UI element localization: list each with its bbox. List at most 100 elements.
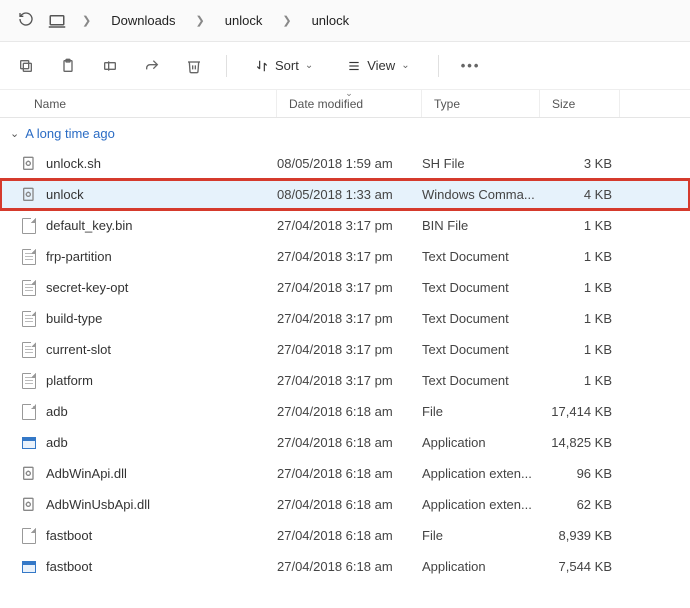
file-size: 1 KB bbox=[540, 342, 612, 357]
file-row[interactable]: current-slot27/04/2018 3:17 pmText Docum… bbox=[0, 334, 690, 365]
file-name: frp-partition bbox=[46, 249, 277, 264]
file-date: 27/04/2018 3:17 pm bbox=[277, 311, 422, 326]
separator bbox=[226, 55, 227, 77]
header-size[interactable]: Size bbox=[540, 90, 620, 117]
file-date: 27/04/2018 6:18 am bbox=[277, 404, 422, 419]
header-name[interactable]: Name bbox=[0, 90, 277, 117]
chevron-down-icon: ⌄ bbox=[10, 127, 19, 140]
file-row[interactable]: adb27/04/2018 6:18 amApplication14,825 K… bbox=[0, 427, 690, 458]
file-type: Text Document bbox=[422, 249, 540, 264]
more-icon[interactable]: ••• bbox=[461, 56, 481, 76]
breadcrumb-item[interactable]: unlock bbox=[221, 11, 267, 30]
file-name: fastboot bbox=[46, 528, 277, 543]
column-headers: Name ⌄ Date modified Type Size bbox=[0, 90, 690, 118]
file-size: 1 KB bbox=[540, 249, 612, 264]
file-size: 1 KB bbox=[540, 218, 612, 233]
file-name: unlock bbox=[46, 187, 277, 202]
file-size: 62 KB bbox=[540, 497, 612, 512]
file-type: Text Document bbox=[422, 280, 540, 295]
chevron-right-icon: ❯ bbox=[80, 14, 93, 27]
command-toolbar: Sort ⌄ View ⌄ ••• bbox=[0, 42, 690, 90]
file-icon bbox=[20, 496, 38, 514]
breadcrumb-item[interactable]: Downloads bbox=[107, 11, 179, 30]
file-size: 1 KB bbox=[540, 311, 612, 326]
refresh-icon[interactable] bbox=[18, 11, 34, 30]
file-date: 27/04/2018 3:17 pm bbox=[277, 249, 422, 264]
file-type: File bbox=[422, 404, 540, 419]
file-icon bbox=[20, 155, 38, 173]
file-type: Text Document bbox=[422, 311, 540, 326]
file-row[interactable]: fastboot27/04/2018 6:18 amApplication7,5… bbox=[0, 551, 690, 582]
file-icon bbox=[20, 341, 38, 359]
file-name: fastboot bbox=[46, 559, 277, 574]
file-name: platform bbox=[46, 373, 277, 388]
header-type[interactable]: Type bbox=[422, 90, 540, 117]
file-row[interactable]: adb27/04/2018 6:18 amFile17,414 KB bbox=[0, 396, 690, 427]
sort-label: Sort bbox=[275, 58, 299, 73]
file-name: build-type bbox=[46, 311, 277, 326]
file-size: 1 KB bbox=[540, 280, 612, 295]
rename-icon[interactable] bbox=[100, 56, 120, 76]
file-icon bbox=[20, 248, 38, 266]
file-size: 1 KB bbox=[540, 373, 612, 388]
file-row[interactable]: platform27/04/2018 3:17 pmText Document1… bbox=[0, 365, 690, 396]
sort-button[interactable]: Sort ⌄ bbox=[249, 54, 319, 77]
delete-icon[interactable] bbox=[184, 56, 204, 76]
breadcrumb-item[interactable]: unlock bbox=[308, 11, 354, 30]
separator bbox=[438, 55, 439, 77]
file-size: 7,544 KB bbox=[540, 559, 612, 574]
file-date: 27/04/2018 6:18 am bbox=[277, 559, 422, 574]
file-date: 27/04/2018 6:18 am bbox=[277, 466, 422, 481]
file-date: 27/04/2018 6:18 am bbox=[277, 497, 422, 512]
file-icon bbox=[20, 558, 38, 576]
file-row[interactable]: default_key.bin27/04/2018 3:17 pmBIN Fil… bbox=[0, 210, 690, 241]
view-label: View bbox=[367, 58, 395, 73]
file-icon bbox=[20, 465, 38, 483]
file-date: 27/04/2018 6:18 am bbox=[277, 435, 422, 450]
chevron-down-icon: ⌄ bbox=[401, 60, 409, 71]
file-row[interactable]: frp-partition27/04/2018 3:17 pmText Docu… bbox=[0, 241, 690, 272]
file-date: 27/04/2018 3:17 pm bbox=[277, 373, 422, 388]
chevron-right-icon: ❯ bbox=[194, 14, 207, 27]
file-type: Application exten... bbox=[422, 466, 540, 481]
file-icon bbox=[20, 279, 38, 297]
sort-icon bbox=[255, 59, 269, 73]
share-icon[interactable] bbox=[142, 56, 162, 76]
file-type: Application bbox=[422, 559, 540, 574]
device-icon[interactable] bbox=[48, 13, 66, 29]
file-size: 14,825 KB bbox=[540, 435, 612, 450]
file-date: 27/04/2018 3:17 pm bbox=[277, 218, 422, 233]
file-size: 4 KB bbox=[540, 187, 612, 202]
file-list: unlock.sh08/05/2018 1:59 amSH File3 KBun… bbox=[0, 148, 690, 582]
file-row[interactable]: unlock08/05/2018 1:33 amWindows Comma...… bbox=[0, 179, 690, 210]
paste-icon[interactable] bbox=[58, 56, 78, 76]
file-row[interactable]: build-type27/04/2018 3:17 pmText Documen… bbox=[0, 303, 690, 334]
file-name: secret-key-opt bbox=[46, 280, 277, 295]
file-row[interactable]: secret-key-opt27/04/2018 3:17 pmText Doc… bbox=[0, 272, 690, 303]
file-row[interactable]: fastboot27/04/2018 6:18 amFile8,939 KB bbox=[0, 520, 690, 551]
file-name: AdbWinUsbApi.dll bbox=[46, 497, 277, 512]
file-size: 8,939 KB bbox=[540, 528, 612, 543]
file-name: unlock.sh bbox=[46, 156, 277, 171]
file-type: Application exten... bbox=[422, 497, 540, 512]
file-size: 96 KB bbox=[540, 466, 612, 481]
chevron-down-icon: ⌄ bbox=[305, 60, 313, 71]
file-icon bbox=[20, 186, 38, 204]
file-row[interactable]: AdbWinApi.dll27/04/2018 6:18 amApplicati… bbox=[0, 458, 690, 489]
file-name: adb bbox=[46, 435, 277, 450]
copy-icon[interactable] bbox=[16, 56, 36, 76]
file-size: 17,414 KB bbox=[540, 404, 612, 419]
file-type: Text Document bbox=[422, 342, 540, 357]
address-bar: ❯ Downloads ❯ unlock ❯ unlock bbox=[0, 0, 690, 42]
view-button[interactable]: View ⌄ bbox=[341, 54, 415, 77]
header-date-modified[interactable]: ⌄ Date modified bbox=[277, 90, 422, 117]
file-row[interactable]: AdbWinUsbApi.dll27/04/2018 6:18 amApplic… bbox=[0, 489, 690, 520]
file-date: 27/04/2018 6:18 am bbox=[277, 528, 422, 543]
view-icon bbox=[347, 59, 361, 73]
file-row[interactable]: unlock.sh08/05/2018 1:59 amSH File3 KB bbox=[0, 148, 690, 179]
group-header[interactable]: ⌄ A long time ago bbox=[0, 118, 690, 148]
file-date: 27/04/2018 3:17 pm bbox=[277, 280, 422, 295]
sort-desc-icon: ⌄ bbox=[345, 88, 353, 99]
file-name: adb bbox=[46, 404, 277, 419]
file-type: SH File bbox=[422, 156, 540, 171]
